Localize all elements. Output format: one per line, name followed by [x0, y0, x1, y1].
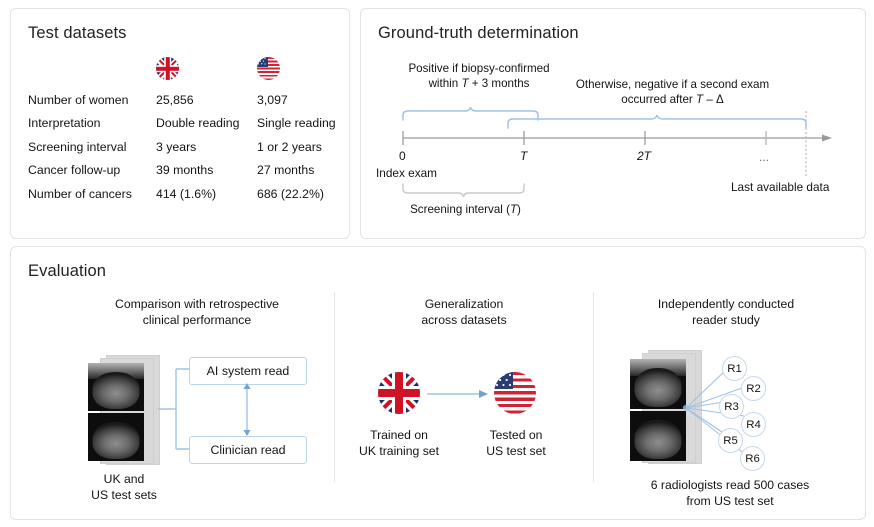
annotation-negative: Otherwise, negative if a second exam occ…	[565, 78, 780, 107]
table-row: Cancer follow-up 39 months 27 months	[28, 159, 348, 183]
row-label: Number of cancers	[28, 187, 156, 201]
row-value-us: 27 months	[257, 163, 348, 177]
axis-tick-2T: 2T	[637, 149, 651, 163]
us-flag-icon-large	[494, 372, 536, 414]
row-label: Interpretation	[28, 116, 156, 130]
reader-badge-r5: R5	[718, 428, 743, 453]
mammogram-image-bottom	[630, 411, 686, 461]
axis-tick-0: 0	[399, 149, 406, 163]
label-index-exam: Index exam	[376, 166, 437, 180]
annotation-positive: Positive if biopsy-confirmed within T + …	[389, 62, 569, 91]
page-title-test-datasets: Test datasets	[28, 24, 127, 43]
reader-badge-r3: R3	[719, 394, 744, 419]
mammogram-image-top	[630, 359, 686, 409]
row-value-us: Single reading	[257, 116, 348, 130]
caption-reader-study: 6 radiologists read 500 cases from US te…	[610, 478, 850, 509]
box-clinician-read[interactable]: Clinician read	[189, 436, 307, 464]
row-value-us: 3,097	[257, 93, 348, 107]
label-screening-interval: Screening interval (T)	[398, 203, 533, 218]
arrow-uk-to-us	[427, 385, 491, 403]
row-value-us: 686 (22.2%)	[257, 187, 348, 201]
page-title-evaluation: Evaluation	[28, 262, 106, 281]
box-ai-system-read[interactable]: AI system read	[189, 357, 307, 385]
column-divider-1	[334, 292, 335, 482]
test-datasets-table: Number of women 25,856 3,097 Interpretat…	[28, 52, 348, 206]
reader-badge-r4: R4	[741, 412, 766, 437]
reader-badge-r6: R6	[740, 446, 765, 471]
table-row: Screening interval 3 years 1 or 2 years	[28, 135, 348, 159]
label-last-available-data: Last available data	[731, 180, 829, 194]
table-row: Number of cancers 414 (1.6%) 686 (22.2%)	[28, 182, 348, 206]
row-value-uk: 3 years	[156, 140, 257, 154]
caption-uk-us-test-sets: UK and US test sets	[68, 472, 180, 503]
column-title-reader-study: Independently conducted reader study	[626, 297, 826, 328]
mammogram-image-bottom	[88, 413, 144, 461]
row-value-uk: Double reading	[156, 116, 257, 130]
reader-badge-r1: R1	[722, 356, 747, 381]
row-label: Number of women	[28, 93, 156, 107]
uk-flag-icon-large	[378, 372, 420, 414]
row-value-uk: 25,856	[156, 93, 257, 107]
row-value-uk: 39 months	[156, 163, 257, 177]
caption-tested-on-us: Tested on US test set	[466, 428, 566, 459]
reader-badge-r2: R2	[741, 376, 766, 401]
axis-tick-ellipsis: ...	[759, 150, 769, 164]
row-label: Screening interval	[28, 140, 156, 154]
table-row: Interpretation Double reading Single rea…	[28, 112, 348, 136]
caption-trained-on-uk: Trained on UK training set	[346, 428, 452, 459]
column-title-generalization: Generalization across datasets	[364, 297, 564, 328]
mammogram-image-top	[88, 363, 144, 411]
row-label: Cancer follow-up	[28, 163, 156, 177]
uk-flag-icon	[156, 57, 179, 80]
axis-tick-T: T	[520, 149, 527, 163]
row-value-uk: 414 (1.6%)	[156, 187, 257, 201]
table-header-row	[28, 52, 348, 88]
mammogram-stack-comparison	[88, 355, 160, 465]
us-flag-icon	[257, 57, 280, 80]
double-arrow-compare	[240, 383, 254, 436]
row-value-us: 1 or 2 years	[257, 140, 348, 154]
column-divider-2	[593, 292, 594, 482]
table-row: Number of women 25,856 3,097	[28, 88, 348, 112]
column-title-comparison: Comparison with retrospective clinical p…	[98, 297, 296, 328]
